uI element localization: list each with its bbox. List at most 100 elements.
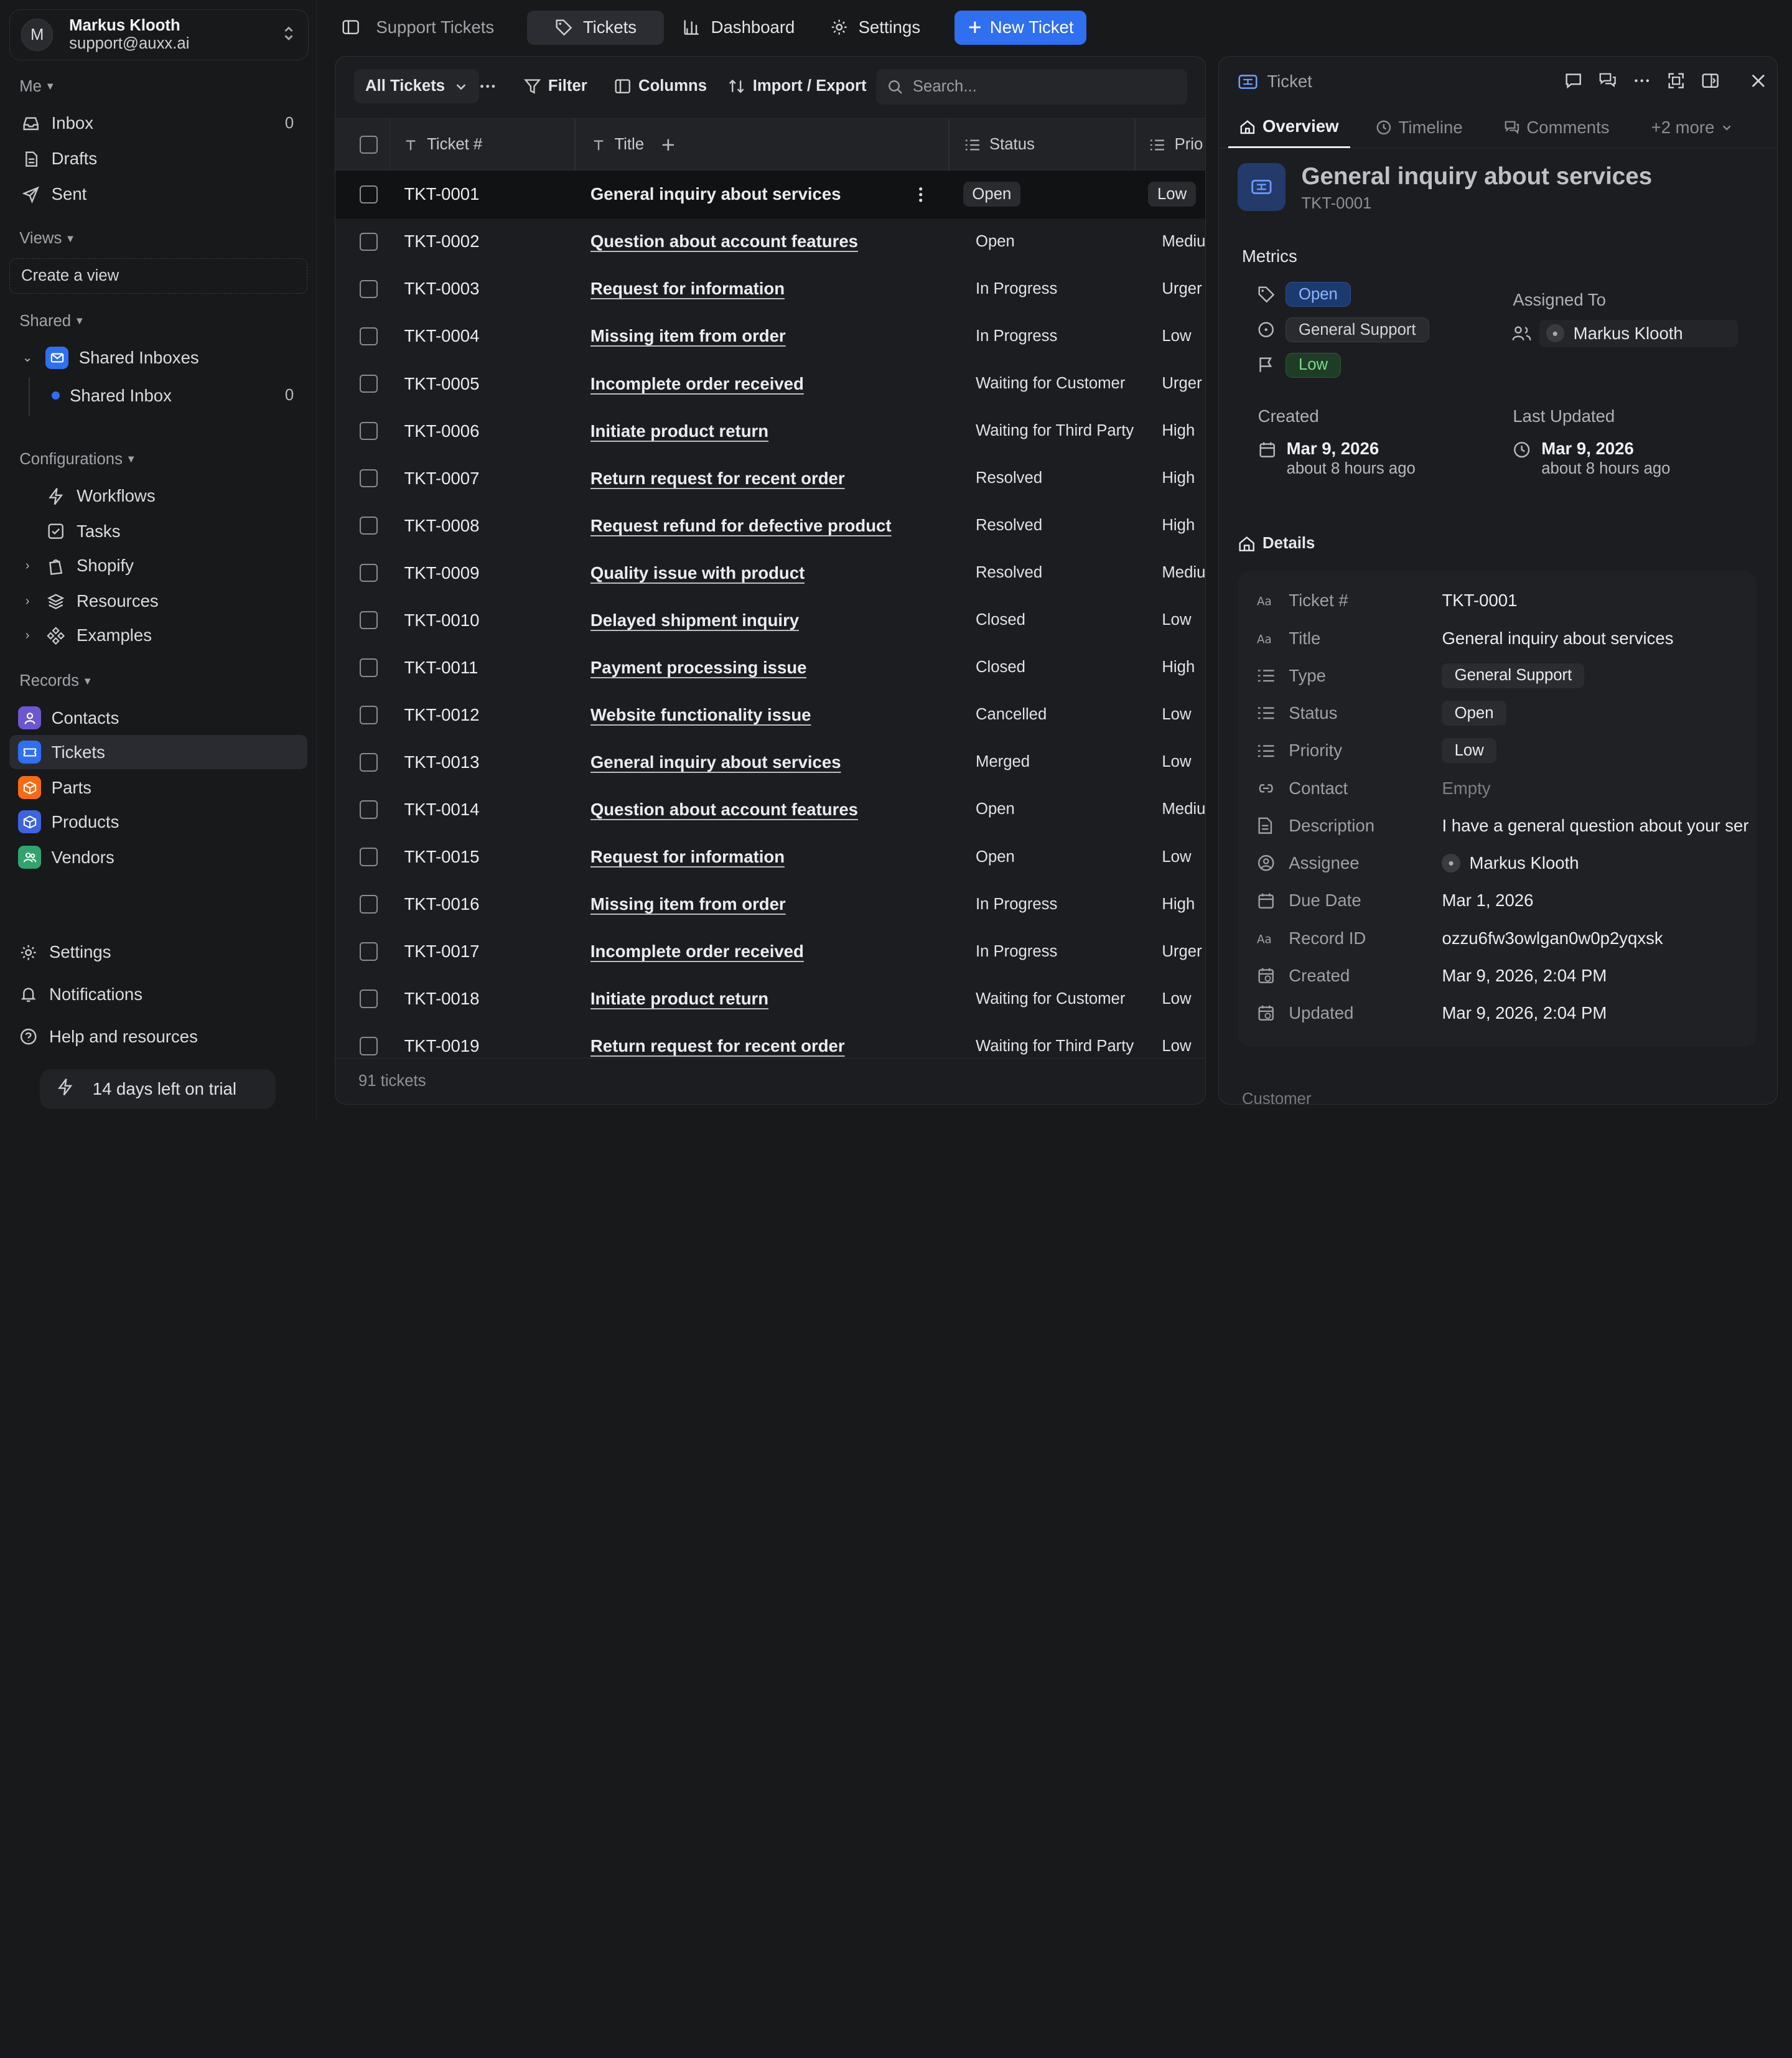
- field-value[interactable]: ozzu6fw3owlgan0w0p2yqxsk: [1442, 920, 1663, 957]
- column-header-status[interactable]: Status: [964, 119, 1035, 171]
- priority-cell[interactable]: Urger: [1162, 928, 1202, 975]
- status-cell[interactable]: Resolved: [976, 455, 1042, 502]
- sidebar-item-settings[interactable]: Settings: [9, 935, 307, 970]
- ticket-title-link[interactable]: General inquiry about services: [590, 171, 841, 218]
- priority-cell[interactable]: High: [1162, 881, 1195, 927]
- ticket-title-link[interactable]: Initiate product return: [590, 408, 768, 454]
- detail-field-row[interactable]: Assignee ● Markus Klooth: [1238, 845, 1756, 882]
- table-row[interactable]: TKT-0017 Incomplete order received In Prog…: [335, 928, 1205, 975]
- table-row[interactable]: TKT-0001 General inquiry about services Op…: [335, 171, 1206, 218]
- detail-field-row[interactable]: Description I have a general question abo…: [1238, 808, 1756, 844]
- row-checkbox[interactable]: [359, 786, 378, 833]
- ticket-title-link[interactable]: Question about account features: [590, 218, 858, 265]
- field-value[interactable]: Empty: [1442, 770, 1490, 807]
- detail-field-row[interactable]: Created Mar 9, 2026, 2:04 PM: [1238, 958, 1756, 994]
- ticket-title-link[interactable]: Missing item from order: [590, 313, 786, 360]
- more-options-button[interactable]: [478, 69, 497, 103]
- tab-comments[interactable]: Comments: [1504, 107, 1610, 148]
- add-column-icon[interactable]: [660, 137, 676, 153]
- section-me[interactable]: Me ▼: [19, 78, 55, 96]
- sidebar-item-shopify[interactable]: › Shopify: [9, 549, 307, 583]
- table-row[interactable]: TKT-0002 Question about account features O…: [335, 218, 1205, 266]
- priority-cell[interactable]: Low: [1162, 975, 1191, 1022]
- table-row[interactable]: TKT-0010 Delayed shipment inquiry Closed Lo…: [335, 597, 1205, 644]
- sidebar-item-workflows[interactable]: Workflows: [9, 479, 307, 513]
- row-checkbox[interactable]: [359, 360, 378, 407]
- details-section-title[interactable]: Details: [1238, 535, 1315, 553]
- detail-field-row[interactable]: Contact Empty: [1238, 770, 1756, 807]
- status-cell[interactable]: Open: [963, 171, 1020, 218]
- ticket-title-link[interactable]: Quality issue with product: [590, 550, 805, 596]
- table-row[interactable]: TKT-0013 General inquiry about services Me…: [335, 739, 1205, 786]
- field-value[interactable]: ● Markus Klooth: [1442, 845, 1579, 882]
- field-value[interactable]: Mar 9, 2026, 2:04 PM: [1442, 995, 1607, 1032]
- ticket-title-link[interactable]: Return request for recent order: [590, 455, 845, 502]
- tab-settings[interactable]: Settings: [828, 11, 923, 45]
- status-cell[interactable]: In Progress: [976, 928, 1057, 975]
- table-row[interactable]: TKT-0014 Question about account features O…: [335, 786, 1205, 833]
- ticket-title-link[interactable]: Payment processing issue: [590, 644, 807, 691]
- table-row[interactable]: TKT-0012 Website functionality issue Cance…: [335, 691, 1205, 739]
- detail-field-row[interactable]: Type General Support: [1238, 658, 1756, 695]
- table-row[interactable]: TKT-0006 Initiate product return Waiting f…: [335, 408, 1205, 455]
- sidebar-item-drafts[interactable]: Drafts: [9, 142, 307, 176]
- ticket-title-link[interactable]: Request refund for defective product: [590, 502, 892, 549]
- row-checkbox[interactable]: [359, 833, 378, 880]
- panel-layout-icon[interactable]: [1701, 70, 1721, 91]
- table-row[interactable]: TKT-0009 Quality issue with product Resolv…: [335, 550, 1205, 597]
- status-cell[interactable]: Resolved: [976, 550, 1042, 596]
- sidebar-item-inbox[interactable]: Inbox 0: [9, 106, 307, 141]
- priority-cell[interactable]: High: [1162, 644, 1195, 691]
- status-cell[interactable]: Closed: [976, 597, 1025, 643]
- ticket-title-link[interactable]: Initiate product return: [590, 975, 768, 1022]
- row-checkbox[interactable]: [359, 597, 378, 643]
- table-row[interactable]: TKT-0003 Request for information In Progre…: [335, 266, 1205, 313]
- ticket-title-link[interactable]: General inquiry about services: [590, 739, 841, 785]
- sidebar-item-contacts[interactable]: Contacts: [9, 701, 307, 735]
- sidebar-item-vendors[interactable]: Vendors: [9, 840, 307, 874]
- status-cell[interactable]: Merged: [976, 739, 1030, 785]
- search-input[interactable]: [912, 78, 1164, 96]
- status-cell[interactable]: In Progress: [976, 313, 1057, 360]
- status-cell[interactable]: Closed: [976, 644, 1025, 691]
- row-checkbox[interactable]: [359, 975, 378, 1022]
- status-badge[interactable]: Open: [1285, 281, 1351, 307]
- table-row[interactable]: TKT-0016 Missing item from order In Progre…: [335, 881, 1205, 928]
- priority-cell[interactable]: Mediu: [1162, 550, 1205, 596]
- ticket-title-link[interactable]: Missing item from order: [590, 881, 786, 927]
- table-row[interactable]: TKT-0015 Request for information Open Low: [335, 833, 1205, 881]
- row-checkbox[interactable]: [359, 928, 378, 975]
- filter-button[interactable]: Filter: [523, 69, 587, 103]
- column-header-title[interactable]: Title: [592, 119, 676, 171]
- field-value[interactable]: Mar 1, 2026: [1442, 882, 1533, 919]
- sidebar-item-products[interactable]: Products: [9, 805, 307, 839]
- status-cell[interactable]: Waiting for Customer: [976, 975, 1125, 1022]
- priority-cell[interactable]: High: [1162, 502, 1195, 549]
- status-cell[interactable]: Open: [976, 786, 1015, 833]
- detail-field-row[interactable]: Aa Ticket # TKT-0001: [1238, 582, 1756, 619]
- tab-more[interactable]: +2 more: [1651, 107, 1733, 148]
- status-cell[interactable]: Open: [976, 833, 1015, 880]
- toggle-sidebar-button[interactable]: Support Tickets: [342, 11, 494, 45]
- priority-cell[interactable]: High: [1162, 408, 1195, 454]
- row-checkbox[interactable]: [359, 550, 378, 596]
- sidebar-item-shared-inboxes[interactable]: ⌄ Shared Inboxes: [9, 340, 307, 375]
- sidebar-item-resources[interactable]: › Resources: [9, 584, 307, 619]
- detail-field-row[interactable]: Updated Mar 9, 2026, 2:04 PM: [1238, 995, 1756, 1032]
- row-actions-button[interactable]: [912, 171, 930, 218]
- field-value[interactable]: I have a general question about your ser…: [1442, 808, 1748, 844]
- field-value[interactable]: Open: [1442, 695, 1506, 732]
- ticket-title-link[interactable]: Request for information: [590, 833, 785, 880]
- close-icon[interactable]: [1748, 70, 1769, 91]
- sidebar-item-help[interactable]: Help and resources: [9, 1020, 307, 1054]
- trial-banner[interactable]: 14 days left on trial: [40, 1069, 276, 1109]
- row-checkbox[interactable]: [359, 644, 378, 691]
- ticket-title-link[interactable]: Delayed shipment inquiry: [590, 597, 799, 643]
- section-views[interactable]: Views ▼: [19, 230, 75, 248]
- priority-cell[interactable]: Mediu: [1162, 218, 1205, 265]
- row-checkbox[interactable]: [359, 218, 378, 265]
- detail-field-row[interactable]: Due Date Mar 1, 2026: [1238, 882, 1756, 919]
- priority-cell[interactable]: Low: [1162, 833, 1191, 880]
- priority-cell[interactable]: Low: [1162, 739, 1191, 785]
- detail-field-row[interactable]: Priority Low: [1238, 732, 1756, 769]
